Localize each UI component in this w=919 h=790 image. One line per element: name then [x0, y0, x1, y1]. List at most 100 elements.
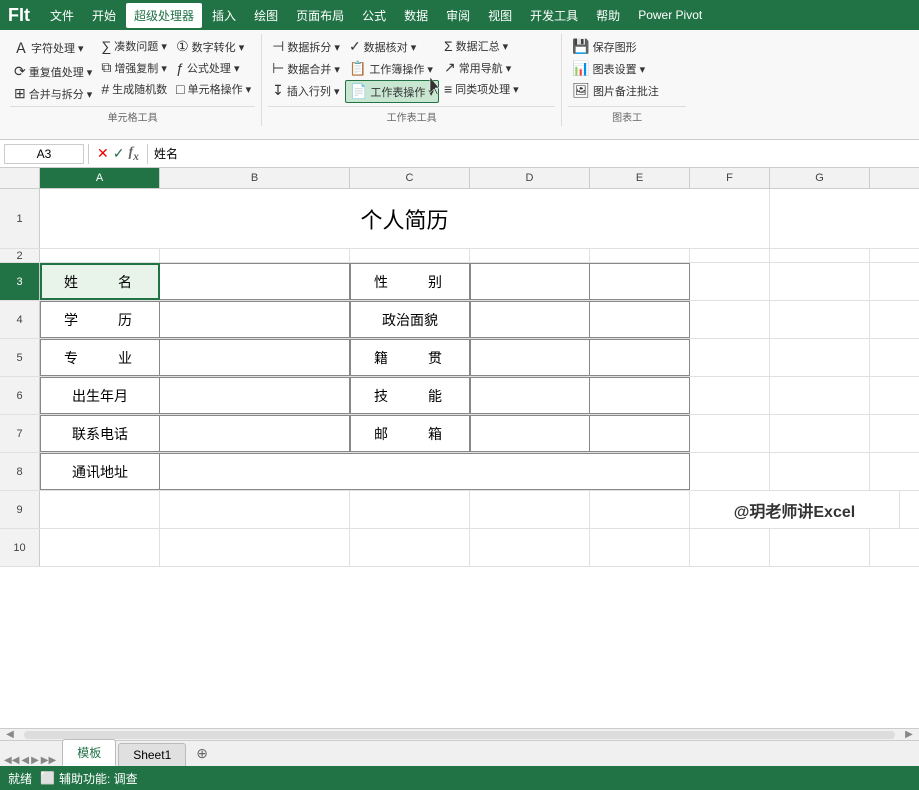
cell-3b[interactable] [160, 263, 350, 300]
cell-10g[interactable] [770, 529, 870, 566]
btn-formula-process[interactable]: ƒ 公式处理 ▾ [172, 58, 255, 78]
btn-cell-ops[interactable]: □ 单元格操作 ▾ [172, 79, 255, 99]
btn-data-split[interactable]: ⊣ 数据拆分 ▾ [268, 36, 344, 57]
btn-char-process[interactable]: Ａ 字符处理 ▾ [10, 36, 96, 60]
tab-nav-first[interactable]: ◀◀ [4, 755, 19, 766]
hscroll-track[interactable] [24, 731, 895, 739]
cell-6g[interactable] [770, 377, 870, 414]
cell-7c[interactable]: 邮 箱 [350, 415, 470, 452]
cell-2e[interactable] [590, 249, 690, 262]
cell-5e[interactable] [590, 339, 690, 376]
cell-10d[interactable] [470, 529, 590, 566]
tab-add-button[interactable]: ⊕ [188, 741, 216, 766]
cell-4a[interactable]: 学 历 [40, 301, 160, 338]
cell-5b[interactable] [160, 339, 350, 376]
btn-chart-settings[interactable]: 📊 图表设置 ▾ [568, 58, 663, 79]
cell-3g[interactable] [770, 263, 870, 300]
col-header-a[interactable]: A [40, 168, 160, 188]
cell-9d[interactable] [470, 491, 590, 528]
cell-8b-merged[interactable] [160, 453, 690, 490]
cell-2f[interactable] [690, 249, 770, 262]
cell-10a[interactable] [40, 529, 160, 566]
menu-super[interactable]: 超级处理器 [126, 3, 202, 28]
scroll-left-btn[interactable]: ◀ [0, 729, 20, 740]
menu-file[interactable]: 文件 [42, 3, 82, 28]
cancel-formula-icon[interactable]: ✕ [97, 145, 109, 162]
menu-home[interactable]: 开始 [84, 3, 124, 28]
btn-data-merge[interactable]: ⊢ 数据合并 ▾ [268, 58, 344, 79]
cell-2g[interactable] [770, 249, 870, 262]
tab-nav-last[interactable]: ▶▶ [41, 755, 56, 766]
btn-similar-items[interactable]: ≡ 同类项处理 ▾ [440, 79, 523, 99]
cell-7e[interactable] [590, 415, 690, 452]
btn-img-note[interactable]: 🖼 图片备注批注 [568, 80, 663, 101]
tab-template[interactable]: 模板 [62, 739, 116, 766]
btn-duplicate[interactable]: ⟳ 重复值处理 ▾ [10, 61, 96, 82]
cell-10f[interactable] [690, 529, 770, 566]
cell-8f[interactable] [690, 453, 770, 490]
btn-data-verify[interactable]: ✓ 数据核对 ▾ [345, 36, 439, 57]
insert-function-icon[interactable]: fx [128, 145, 139, 163]
cell-10b[interactable] [160, 529, 350, 566]
menu-powerpivot[interactable]: Power Pivot [630, 4, 710, 26]
cell-7b[interactable] [160, 415, 350, 452]
tab-nav-prev[interactable]: ◀ [21, 755, 29, 766]
cell-2b[interactable] [160, 249, 350, 262]
scroll-right-btn[interactable]: ▶ [899, 729, 919, 740]
btn-num-convert[interactable]: ① 数字转化 ▾ [172, 36, 255, 57]
cell-9a[interactable] [40, 491, 160, 528]
menu-help[interactable]: 帮助 [588, 3, 628, 28]
cell-7d[interactable] [470, 415, 590, 452]
cell-3a[interactable]: 姓 名 [40, 263, 160, 300]
cell-3d[interactable] [470, 263, 590, 300]
cell-4d[interactable] [470, 301, 590, 338]
cell-4e[interactable] [590, 301, 690, 338]
col-header-c[interactable]: C [350, 168, 470, 188]
cell-5c[interactable]: 籍 贯 [350, 339, 470, 376]
menu-review[interactable]: 审阅 [438, 3, 478, 28]
btn-workbook-ops[interactable]: 📋 工作簿操作 ▾ [345, 58, 439, 79]
cell-4b[interactable] [160, 301, 350, 338]
cell-4g[interactable] [770, 301, 870, 338]
cell-9b[interactable] [160, 491, 350, 528]
btn-nav[interactable]: ↗ 常用导航 ▾ [440, 57, 523, 78]
hscrollbar[interactable]: ◀ ▶ [0, 728, 919, 740]
cell-4f[interactable] [690, 301, 770, 338]
cell-6e[interactable] [590, 377, 690, 414]
cell-7f[interactable] [690, 415, 770, 452]
cell-ref-input[interactable]: A3 [4, 144, 84, 164]
cell-9c[interactable] [350, 491, 470, 528]
menu-developer[interactable]: 开发工具 [522, 3, 586, 28]
tab-sheet1[interactable]: Sheet1 [118, 743, 186, 766]
tab-nav-next[interactable]: ▶ [31, 755, 39, 766]
cell-8a[interactable]: 通讯地址 [40, 453, 160, 490]
btn-sum-problem[interactable]: ∑ 凑数问题 ▾ [97, 36, 171, 56]
menu-view[interactable]: 视图 [480, 3, 520, 28]
confirm-formula-icon[interactable]: ✓ [113, 145, 125, 162]
cell-2a[interactable] [40, 249, 160, 262]
cell-10c[interactable] [350, 529, 470, 566]
menu-pagelayout[interactable]: 页面布局 [288, 3, 352, 28]
cell-9e[interactable] [590, 491, 690, 528]
cell-3c[interactable]: 性 别 [350, 263, 470, 300]
cell-9f[interactable]: @玥老师讲Excel [690, 491, 900, 528]
cell-6b[interactable] [160, 377, 350, 414]
cell-7a[interactable]: 联系电话 [40, 415, 160, 452]
cell-10e[interactable] [590, 529, 690, 566]
menu-insert[interactable]: 插入 [204, 3, 244, 28]
cell-title[interactable]: 个人简历 [40, 189, 770, 248]
col-header-b[interactable]: B [160, 168, 350, 188]
btn-save-shape[interactable]: 💾 保存图形 [568, 36, 663, 57]
cell-8g[interactable] [770, 453, 870, 490]
cell-4c[interactable]: 政治面貌 [350, 301, 470, 338]
cell-6a[interactable]: 出生年月 [40, 377, 160, 414]
btn-random[interactable]: # 生成随机数 [97, 79, 171, 99]
menu-formula[interactable]: 公式 [354, 3, 394, 28]
cell-5d[interactable] [470, 339, 590, 376]
cell-2d[interactable] [470, 249, 590, 262]
btn-data-summary[interactable]: Σ 数据汇总 ▾ [440, 36, 523, 56]
btn-enhanced-copy[interactable]: ⧉ 增强复制 ▾ [97, 57, 171, 78]
cell-5f[interactable] [690, 339, 770, 376]
cell-2c[interactable] [350, 249, 470, 262]
menu-data[interactable]: 数据 [396, 3, 436, 28]
